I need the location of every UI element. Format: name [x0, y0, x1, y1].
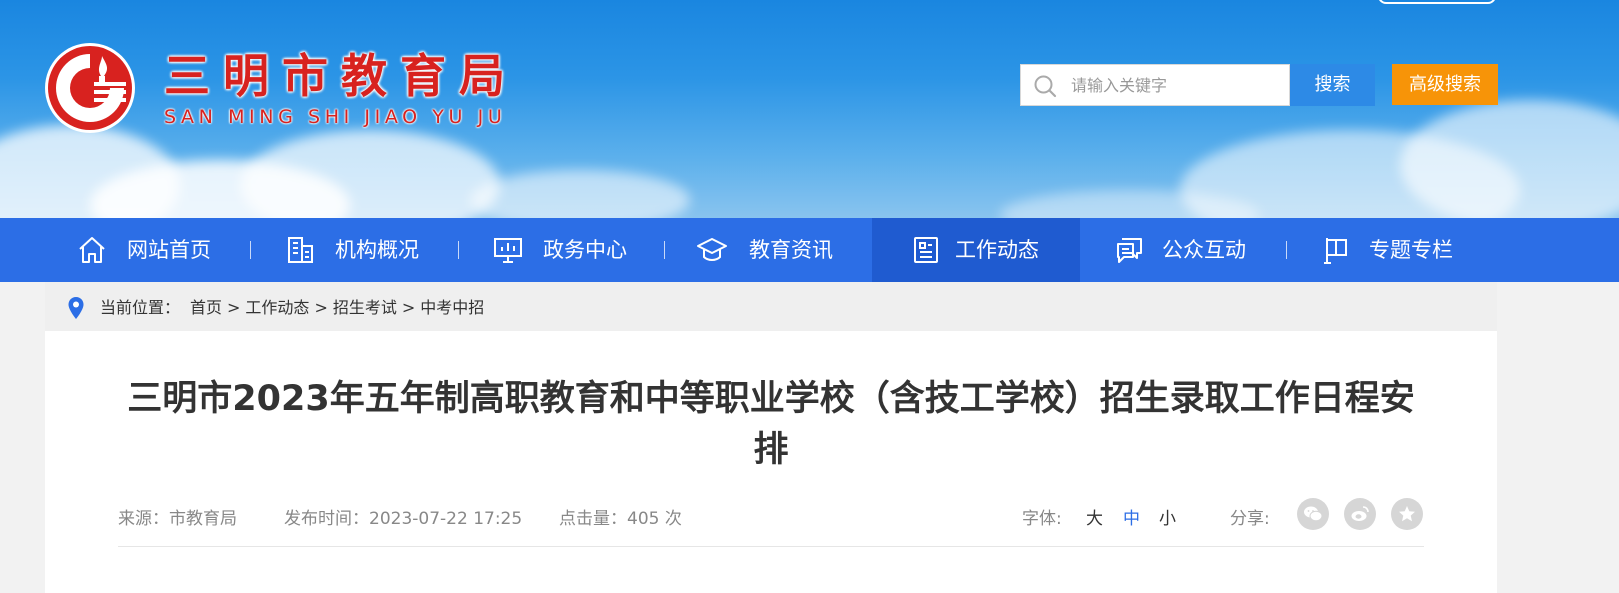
weibo-icon — [1351, 506, 1369, 521]
meta-divider — [118, 546, 1424, 547]
site-subtitle: SAN MING SHI JIAO YU JU — [164, 106, 507, 128]
flag-icon — [1324, 238, 1347, 264]
article-views: 点击量：405 次 — [559, 509, 682, 529]
article-source: 来源：市教育局 — [118, 509, 237, 529]
breadcrumb-separator: > — [227, 298, 241, 317]
nav-label: 工作动态 — [955, 238, 1039, 262]
nav-item-home[interactable]: 网站首页 — [60, 218, 250, 282]
font-size-label: 字体: — [1022, 509, 1062, 529]
breadcrumb-label: 当前位置： — [100, 298, 181, 317]
nav-label: 公众互动 — [1162, 238, 1246, 262]
nav-item-organization[interactable]: 机构概况 — [268, 218, 458, 282]
search-box — [1020, 64, 1290, 106]
search-button[interactable]: 搜索 — [1290, 64, 1375, 106]
nav-item-public-interaction[interactable]: 公众互动 — [1098, 218, 1288, 282]
nav-divider — [664, 241, 665, 259]
nav-label: 政务中心 — [543, 238, 627, 262]
nav-label: 机构概况 — [335, 238, 419, 262]
home-icon — [79, 237, 105, 263]
building-icon — [288, 237, 313, 263]
presentation-icon — [494, 238, 522, 263]
search-input[interactable] — [1071, 73, 1281, 97]
cloud-decoration — [240, 130, 500, 225]
site-logo[interactable] — [44, 42, 136, 134]
nav-divider — [458, 241, 459, 259]
breadcrumb-work-updates[interactable]: 工作动态 — [245, 298, 309, 317]
cloud-decoration — [470, 170, 690, 225]
document-icon — [914, 237, 938, 263]
breadcrumb-middle-school-exam[interactable]: 中考中招 — [420, 298, 484, 317]
breadcrumb-links: 首页 > 工作动态 > 招生考试 > 中考中招 — [190, 282, 484, 334]
location-pin-icon — [68, 297, 84, 319]
site-title: 三明市教育局 — [164, 49, 518, 103]
cloud-decoration — [1400, 100, 1619, 225]
breadcrumb-separator: > — [401, 298, 416, 317]
article-title: 三明市2023年五年制高职教育和中等职业学校（含技工学校）招生录取工作日程安排 — [127, 379, 1415, 470]
article-published: 发布时间：2023-07-22 17:25 — [284, 509, 523, 529]
nav-divider — [1286, 241, 1287, 259]
article-container: 当前位置： 首页 > 工作动态 > 招生考试 > 中考中招 三明市2023年五年制高职教育和… — [45, 282, 1497, 593]
header-banner: 三明市教育局 SAN MING SHI JIAO YU JU 搜索 高级搜索 — [0, 0, 1619, 225]
nav-divider — [250, 241, 251, 259]
share-wechat-button[interactable] — [1297, 498, 1329, 530]
nav-item-special-topics[interactable]: 专题专栏 — [1305, 218, 1495, 282]
nav-item-work-updates[interactable]: 工作动态 — [872, 218, 1080, 282]
main-nav: 网站首页 机构概况 政务中心 教育资讯 工作动态 公众互动 专题专栏 — [0, 218, 1619, 282]
favorite-icon — [1399, 506, 1415, 522]
share-favorite-button[interactable] — [1391, 498, 1423, 530]
search-icon — [1034, 75, 1057, 98]
nav-label: 网站首页 — [127, 238, 211, 262]
nav-label: 教育资讯 — [749, 238, 833, 262]
breadcrumb-separator: > — [314, 298, 328, 317]
nav-item-education-news[interactable]: 教育资讯 — [680, 218, 870, 282]
wechat-icon — [1304, 506, 1323, 522]
breadcrumb-enrollment[interactable]: 招生考试 — [333, 298, 397, 317]
share-label: 分享: — [1230, 509, 1270, 529]
chat-icon — [1117, 238, 1142, 263]
breadcrumb: 当前位置： 首页 > 工作动态 > 招生考试 > 中考中招 — [45, 282, 1497, 331]
nav-label: 专题专栏 — [1369, 238, 1453, 262]
graduation-cap-icon — [697, 238, 727, 261]
nav-item-government[interactable]: 政务中心 — [476, 218, 666, 282]
font-size-medium[interactable]: 中 — [1123, 504, 1140, 529]
font-size-small[interactable]: 小 — [1159, 504, 1176, 529]
share-weibo-button[interactable] — [1344, 498, 1376, 530]
advanced-search-button[interactable]: 高级搜索 — [1392, 64, 1498, 105]
font-size-large[interactable]: 大 — [1086, 504, 1103, 529]
top-link-pill[interactable] — [1378, 0, 1496, 4]
breadcrumb-home[interactable]: 首页 — [190, 298, 222, 317]
